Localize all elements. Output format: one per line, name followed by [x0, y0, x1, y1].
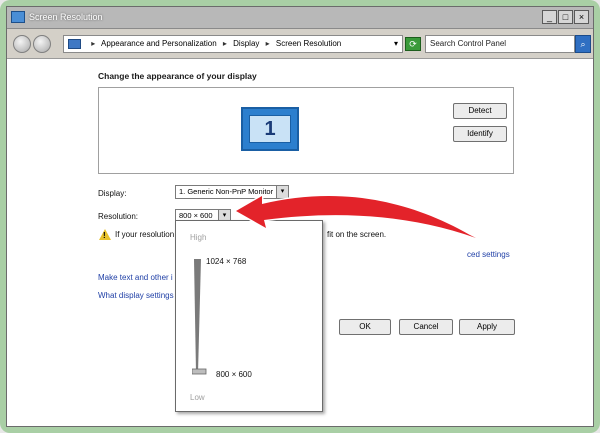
annotation-arrow — [234, 194, 478, 240]
